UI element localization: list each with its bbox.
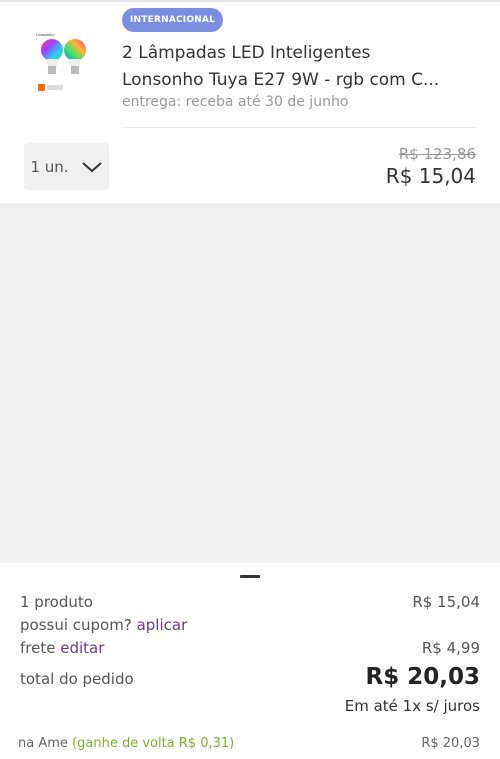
product-title[interactable]: 2 Lâmpadas LED Inteligentes Lonsonho Tuy… [122, 40, 472, 94]
international-badge: INTERNACIONAL [122, 8, 224, 32]
image-caption: Lonsonho [36, 32, 54, 37]
products-row: 1 produto R$ 15,04 [20, 593, 480, 611]
delivery-estimate: entrega: receba até 30 de junho [122, 94, 349, 110]
total-value: R$ 20,03 [365, 664, 480, 690]
quantity-selector[interactable]: 1 un. [24, 143, 109, 190]
divider [122, 127, 476, 128]
total-label: total do pedido [20, 670, 134, 688]
quantity-label: 1 un. [30, 157, 69, 176]
ame-payment-row[interactable]: na Ame (ganhe de volta R$ 0,31) R$ 20,03 [18, 736, 480, 751]
product-title-line2: Lonsonho Tuya E27 9W - rgb com C... [122, 70, 440, 90]
led-bulbs-icon: Lonsonho [36, 32, 86, 91]
shipping-value: R$ 4,99 [421, 639, 480, 657]
cart-item-card: Lonsonho INTERNACIONAL 2 Lâmpadas LED In… [0, 0, 500, 203]
original-price: R$ 123,86 [398, 145, 476, 163]
ame-cashback: (ganhe de volta R$ 0,31) [72, 736, 235, 751]
coupon-row: possui cupom? aplicar [20, 616, 480, 634]
products-value: R$ 15,04 [412, 593, 480, 611]
shipping-label: frete [20, 639, 56, 657]
installments-text: Em até 1x s/ juros [344, 697, 480, 715]
ame-value: R$ 20,03 [421, 736, 480, 751]
order-summary-panel: 1 produto R$ 15,04 possui cupom? aplicar… [0, 563, 500, 759]
chevron-down-icon [81, 161, 102, 172]
drag-handle[interactable] [240, 575, 260, 578]
product-title-line1: 2 Lâmpadas LED Inteligentes [122, 43, 371, 63]
coupon-label: possui cupom? [20, 616, 132, 634]
products-label: 1 produto [20, 593, 93, 611]
product-image[interactable]: Lonsonho [30, 30, 98, 98]
shipping-row: frete editar R$ 4,99 [20, 639, 480, 657]
edit-shipping-link[interactable]: editar [60, 639, 104, 657]
total-row: total do pedido R$ 20,03 [20, 664, 480, 690]
ame-label: na Ame [18, 736, 68, 751]
current-price: R$ 15,04 [385, 164, 476, 188]
divider [0, 0, 500, 2]
apply-coupon-link[interactable]: aplicar [137, 616, 188, 634]
